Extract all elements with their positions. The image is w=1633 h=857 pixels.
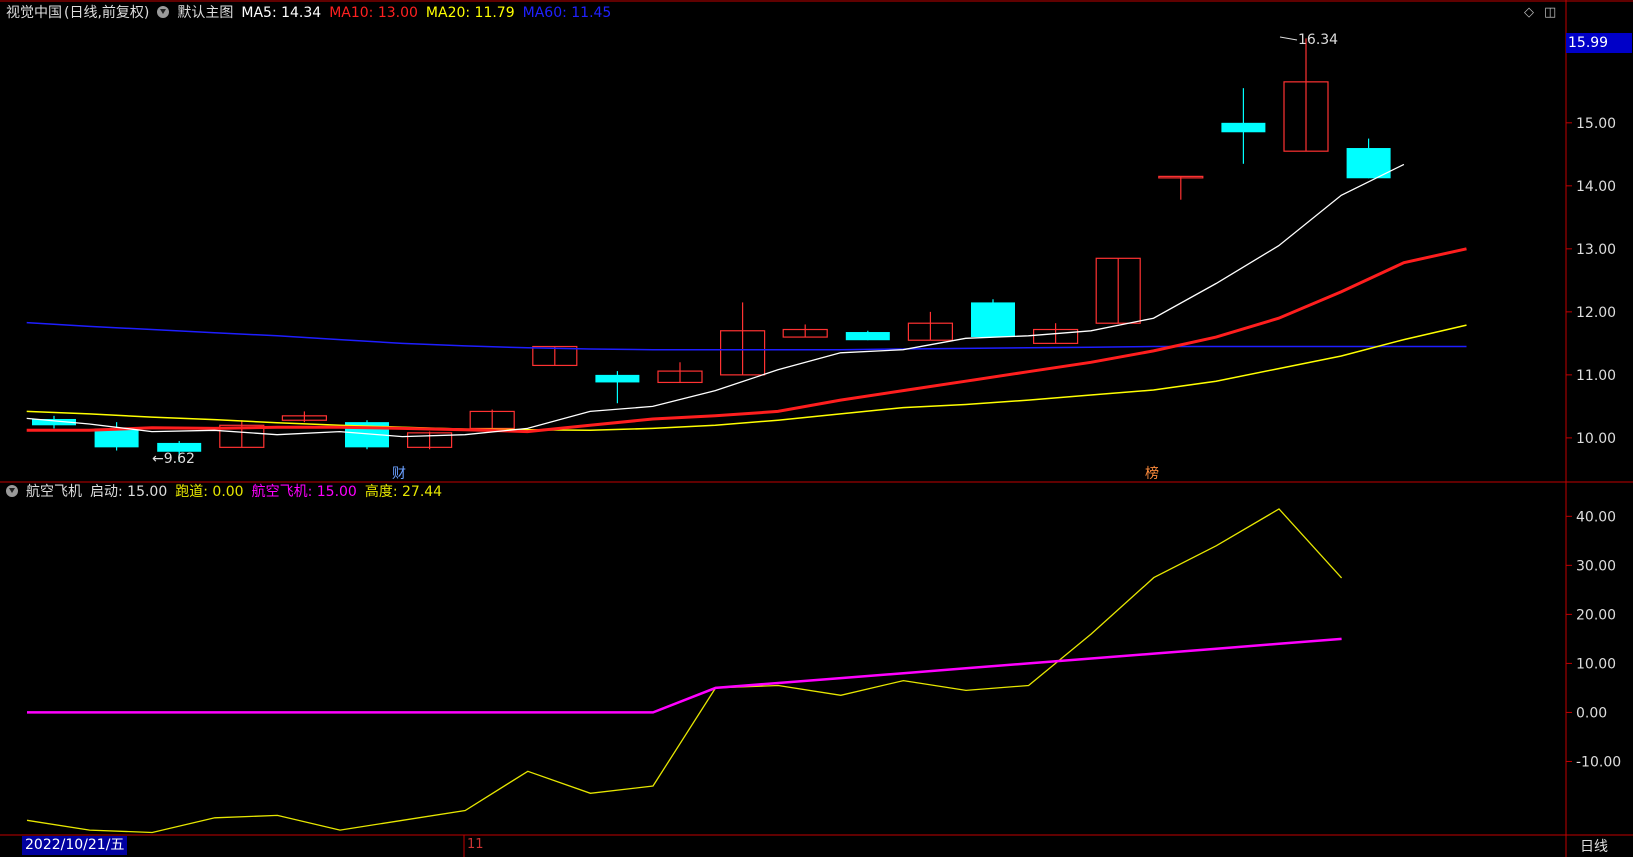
price-mode: (日线,前复权) xyxy=(64,5,150,21)
sub-y-tick-label: 40.00 xyxy=(1576,509,1616,525)
cursor-date: 2022/10/21/五 xyxy=(22,836,128,855)
y-tick-label: 14.00 xyxy=(1576,179,1616,195)
height-line xyxy=(26,508,1343,834)
sub-y-tick-label: 20.00 xyxy=(1576,607,1616,623)
y-tick-label: 10.00 xyxy=(1576,431,1616,447)
runway-value: 跑道: 0.00 xyxy=(175,484,244,500)
last-price-tag: 15.99 xyxy=(1566,33,1632,53)
candle-body xyxy=(971,302,1015,338)
high-price-pointer xyxy=(1279,36,1298,41)
y-tick-label: 13.00 xyxy=(1576,242,1616,258)
template-name[interactable]: 默认主图 xyxy=(177,5,233,21)
window-controls: ◇ ◫ xyxy=(1524,5,1556,20)
dropdown-icon[interactable] xyxy=(6,485,18,497)
kline-chart[interactable]: 15.00 14.00 13.00 12.00 11.00 10.00 40.00 30.00… xyxy=(0,0,1633,857)
plane-line xyxy=(27,637,1342,714)
plane-value: 航空飞机: 15.00 xyxy=(251,484,357,500)
panel-toggle-icon[interactable]: ◫ xyxy=(1544,5,1556,20)
start-value: 启动: 15.00 xyxy=(90,484,168,500)
candle-body xyxy=(595,374,640,383)
ma5-line xyxy=(26,163,1405,438)
y-tick-label: 11.00 xyxy=(1576,368,1616,384)
diamond-icon[interactable]: ◇ xyxy=(1524,5,1534,20)
y-tick-label: 15.00 xyxy=(1576,116,1616,132)
indicator-name[interactable]: 航空飞机 xyxy=(26,484,82,500)
high-price-label: 16.34 xyxy=(1298,32,1338,48)
sub-y-tick-label: 10.00 xyxy=(1576,656,1616,672)
y-tick-label: 12.00 xyxy=(1576,305,1616,321)
sub-y-tick-label: 0.00 xyxy=(1576,705,1607,721)
period-button[interactable]: 日线 xyxy=(1580,836,1608,856)
ranking-marker: 榜 xyxy=(1145,465,1159,482)
ma5-value: MA5: 14.34 xyxy=(241,5,322,21)
candle-body xyxy=(845,332,890,341)
height-value: 高度: 27.44 xyxy=(364,484,443,500)
ma60-value: MA60: 11.45 xyxy=(522,5,612,21)
sub-y-tick-label: -10.00 xyxy=(1576,754,1621,770)
dropdown-icon[interactable] xyxy=(157,6,170,18)
sub-y-tick-label: 30.00 xyxy=(1576,558,1616,574)
stock-name: 视觉中国 xyxy=(6,5,62,21)
ma10-value: MA10: 13.00 xyxy=(329,5,418,21)
ma20-value: MA20: 11.79 xyxy=(425,5,515,21)
finance-marker: 财 xyxy=(392,466,406,482)
sub-legend: 航空飞机 启动: 15.00 跑道: 0.00 航空飞机: 15.00 高度: 27.4… xyxy=(6,483,450,501)
main-legend: 视觉中国 (日线,前复权) 默认主图 MA5: 14.34 MA10: 13.00 MA2… xyxy=(6,4,619,22)
ma10-line xyxy=(26,247,1467,434)
month-label: 11 xyxy=(467,837,484,852)
low-price-label: ←9.62 xyxy=(152,451,195,467)
candle-body xyxy=(1221,122,1266,133)
